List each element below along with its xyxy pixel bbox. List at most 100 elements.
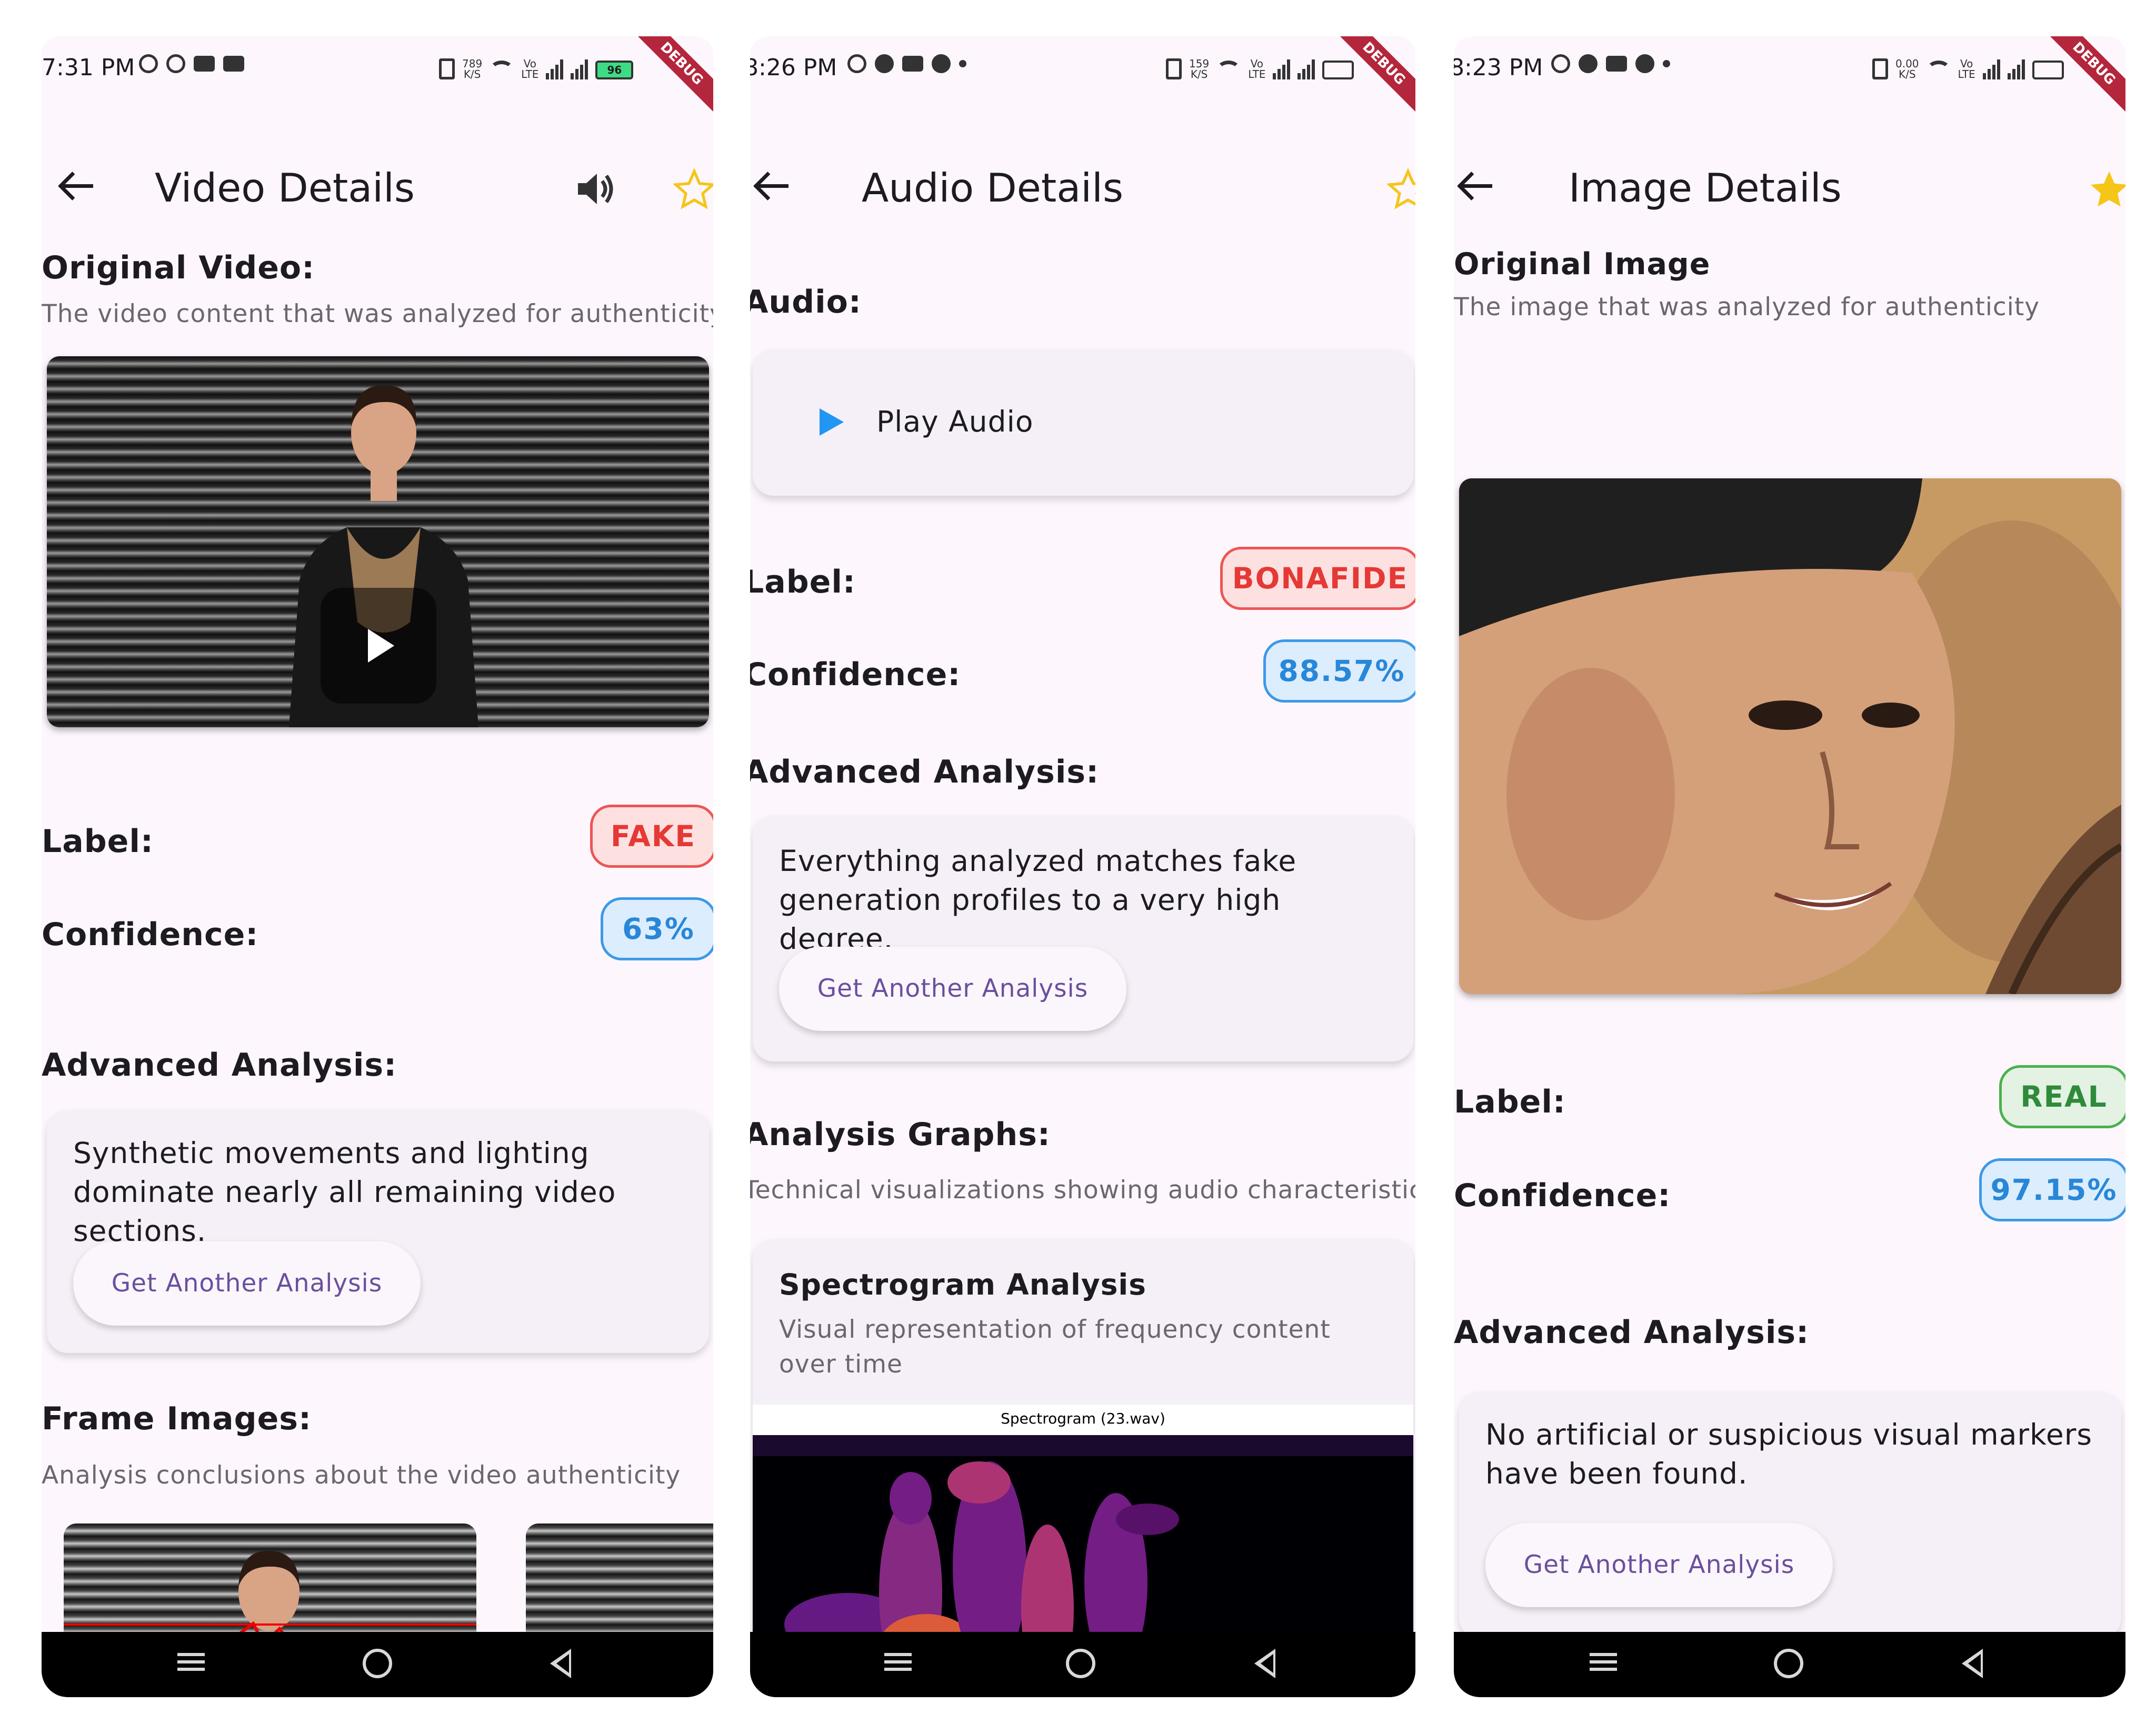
confidence-heading: Confidence: — [42, 916, 259, 953]
signal-2-icon — [1297, 58, 1315, 79]
wifi-icon — [490, 61, 514, 79]
spectrogram-plot-title: Spectrogram (23.wav) — [1001, 1410, 1165, 1427]
original-image[interactable] — [1459, 478, 2121, 994]
get-another-analysis-button[interactable]: Get Another Analysis — [1485, 1523, 1833, 1607]
signal-icon — [1273, 58, 1291, 79]
home-icon[interactable] — [363, 1649, 392, 1678]
recents-icon[interactable] — [177, 1649, 205, 1676]
recents-icon[interactable] — [884, 1649, 912, 1676]
advanced-analysis-text: Synthetic movements and lighting dominat… — [73, 1136, 616, 1248]
confidence-heading: Confidence: — [1454, 1177, 1671, 1214]
speaker-icon[interactable] — [576, 171, 618, 207]
play-icon[interactable] — [819, 407, 845, 437]
get-another-analysis-button[interactable]: Get Another Analysis — [73, 1241, 421, 1326]
system-nav-bar — [42, 1632, 713, 1697]
advanced-analysis-text: No artificial or suspicious visual marke… — [1485, 1418, 2093, 1490]
battery-icon — [2032, 61, 2064, 79]
back-arrow-icon[interactable] — [753, 171, 791, 202]
sync-icon — [1551, 54, 1570, 73]
confidence-badge: 63% — [601, 897, 713, 960]
signal-2-icon — [2007, 58, 2025, 79]
analysis-graphs-subtitle: Technical visualizations showing audio c… — [750, 1176, 1415, 1205]
label-heading: Label: — [42, 823, 154, 860]
image-details-screen: 8:23 PM 0.00 K/S Vo LTE DEBUG Image Detai… — [1454, 36, 2125, 1697]
notification-icons — [1551, 54, 1670, 73]
spectrogram-card: Spectrogram Analysis Visual representati… — [753, 1239, 1413, 1697]
network-speed: 789 K/S — [462, 57, 483, 81]
system-back-icon[interactable] — [1962, 1649, 1983, 1678]
home-icon[interactable] — [1774, 1649, 1803, 1678]
frame-images-subtitle: Analysis conclusions about the video aut… — [42, 1461, 681, 1490]
notification-icons — [847, 54, 966, 73]
signal-icon — [1982, 58, 2000, 79]
advanced-analysis-card: Synthetic movements and lighting dominat… — [47, 1110, 709, 1353]
app-bar: Audio Details — [750, 142, 1415, 231]
back-arrow-icon[interactable] — [1456, 171, 1494, 202]
get-another-analysis-button[interactable]: Get Another Analysis — [779, 947, 1126, 1031]
confidence-heading: Confidence: — [750, 656, 961, 693]
debug-ribbon: DEBUG — [625, 36, 713, 121]
spectrogram-title: Spectrogram Analysis — [779, 1268, 1147, 1301]
play-video-button[interactable] — [321, 588, 436, 704]
more-notifications-icon — [1663, 60, 1670, 67]
page-title: Video Details — [155, 165, 415, 211]
teams-icon — [1606, 56, 1627, 72]
advanced-analysis-heading: Advanced Analysis: — [750, 754, 1100, 790]
system-back-icon[interactable] — [550, 1649, 571, 1678]
vibrate-icon — [1166, 58, 1182, 79]
volte-icon: Vo LTE — [521, 57, 539, 81]
label-heading: Label: — [750, 564, 856, 600]
system-back-icon[interactable] — [1254, 1649, 1275, 1678]
frame-images-heading: Frame Images: — [42, 1400, 312, 1437]
skype-icon — [1579, 54, 1598, 73]
advanced-analysis-card: Everything analyzed matches fake generat… — [753, 815, 1413, 1061]
notification-icons — [139, 54, 244, 73]
facebook-icon — [932, 54, 951, 73]
sync-icon — [847, 54, 866, 73]
confidence-badge: 88.57% — [1263, 639, 1415, 703]
network-speed: 0.00 K/S — [1895, 57, 1919, 81]
label-badge: REAL — [1999, 1065, 2125, 1128]
skype-icon — [875, 54, 894, 73]
home-icon[interactable] — [1066, 1649, 1095, 1678]
status-time: 8:26 PM — [750, 54, 837, 81]
play-audio-label: Play Audio — [876, 405, 1034, 438]
audio-details-screen: 8:26 PM 159 K/S Vo LTE DEBUG Audio Detail… — [750, 36, 1415, 1697]
system-nav-bar — [750, 1632, 1415, 1697]
system-nav-bar — [1454, 1632, 2125, 1697]
vibrate-icon — [439, 58, 455, 79]
advanced-analysis-card: No artificial or suspicious visual marke… — [1459, 1391, 2121, 1639]
status-time: 7:31 PM — [42, 54, 135, 81]
advanced-analysis-heading: Advanced Analysis: — [1454, 1314, 1810, 1351]
analysis-graphs-heading: Analysis Graphs: — [750, 1116, 1051, 1153]
signal-icon — [546, 58, 564, 79]
wifi-icon — [1926, 61, 1951, 79]
page-title: Audio Details — [862, 165, 1124, 211]
audio-player-card[interactable]: Play Audio — [753, 349, 1413, 496]
network-speed: 159 K/S — [1189, 57, 1210, 81]
star-outline-icon[interactable] — [673, 168, 713, 210]
more-notifications-icon — [959, 60, 966, 67]
audio-heading: Audio: — [750, 284, 862, 320]
back-arrow-icon[interactable] — [57, 171, 95, 202]
status-bar: 8:23 PM 0.00 K/S Vo LTE DEBUG — [1454, 36, 2125, 121]
system-icons: 789 K/S Vo LTE 96 — [439, 52, 634, 81]
status-time: 8:23 PM — [1454, 54, 1543, 81]
volte-icon: Vo LTE — [1248, 57, 1266, 81]
whatsapp-icon — [166, 54, 185, 73]
recents-icon[interactable] — [1590, 1649, 1617, 1676]
youtube-icon — [223, 56, 244, 72]
spectrogram-subtitle: Visual representation of frequency conte… — [779, 1315, 1331, 1379]
star-filled-icon[interactable] — [2088, 168, 2125, 210]
confidence-badge: 97.15% — [1979, 1158, 2125, 1221]
system-icons: 0.00 K/S Vo LTE — [1872, 52, 2064, 79]
volte-icon: Vo LTE — [1958, 57, 1975, 81]
original-image-subtitle: The image that was analyzed for authenti… — [1454, 293, 2040, 322]
original-video-subtitle: The video content that was analyzed for … — [42, 299, 713, 328]
signal-2-icon — [571, 58, 588, 79]
star-outline-icon[interactable] — [1387, 168, 1415, 210]
video-thumbnail[interactable] — [47, 356, 709, 727]
label-badge: BONAFIDE — [1220, 547, 1415, 610]
detection-line — [64, 1623, 476, 1626]
teams-icon — [902, 56, 923, 72]
